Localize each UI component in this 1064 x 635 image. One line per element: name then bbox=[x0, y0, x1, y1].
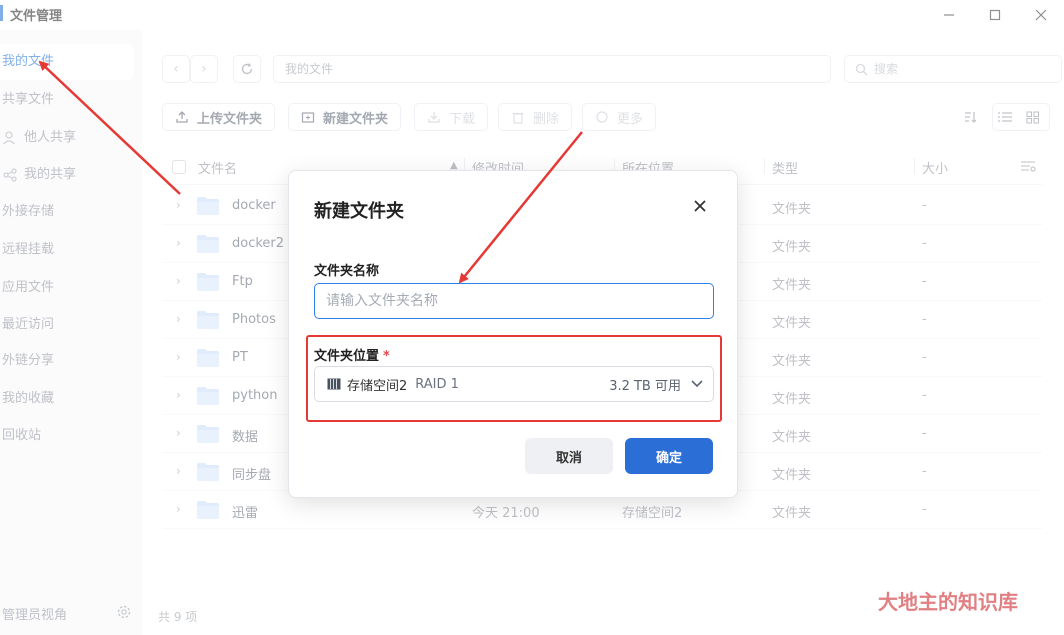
storage-icon bbox=[327, 378, 341, 390]
dialog-title: 新建文件夹 bbox=[314, 201, 404, 222]
folder-location-select[interactable]: 存储空间2 RAID 1 3.2 TB 可用 bbox=[314, 366, 714, 402]
location-name: 存储空间2 bbox=[347, 378, 408, 394]
location-capacity: 3.2 TB 可用 bbox=[609, 378, 681, 394]
chevron-down-icon bbox=[691, 380, 703, 388]
dialog-close-button[interactable] bbox=[689, 197, 711, 219]
new-folder-dialog: 新建文件夹 文件夹名称 文件夹位置* 存储空间2 RAID 1 3.2 TB 可… bbox=[288, 170, 738, 498]
folder-name-input[interactable] bbox=[314, 283, 714, 319]
folder-name-label: 文件夹名称 bbox=[314, 264, 380, 279]
close-icon bbox=[694, 200, 706, 212]
cancel-button[interactable]: 取消 bbox=[525, 438, 613, 474]
confirm-button[interactable]: 确定 bbox=[625, 438, 713, 474]
folder-location-label: 文件夹位置 * bbox=[314, 349, 390, 364]
location-raid: RAID 1 bbox=[415, 376, 459, 392]
